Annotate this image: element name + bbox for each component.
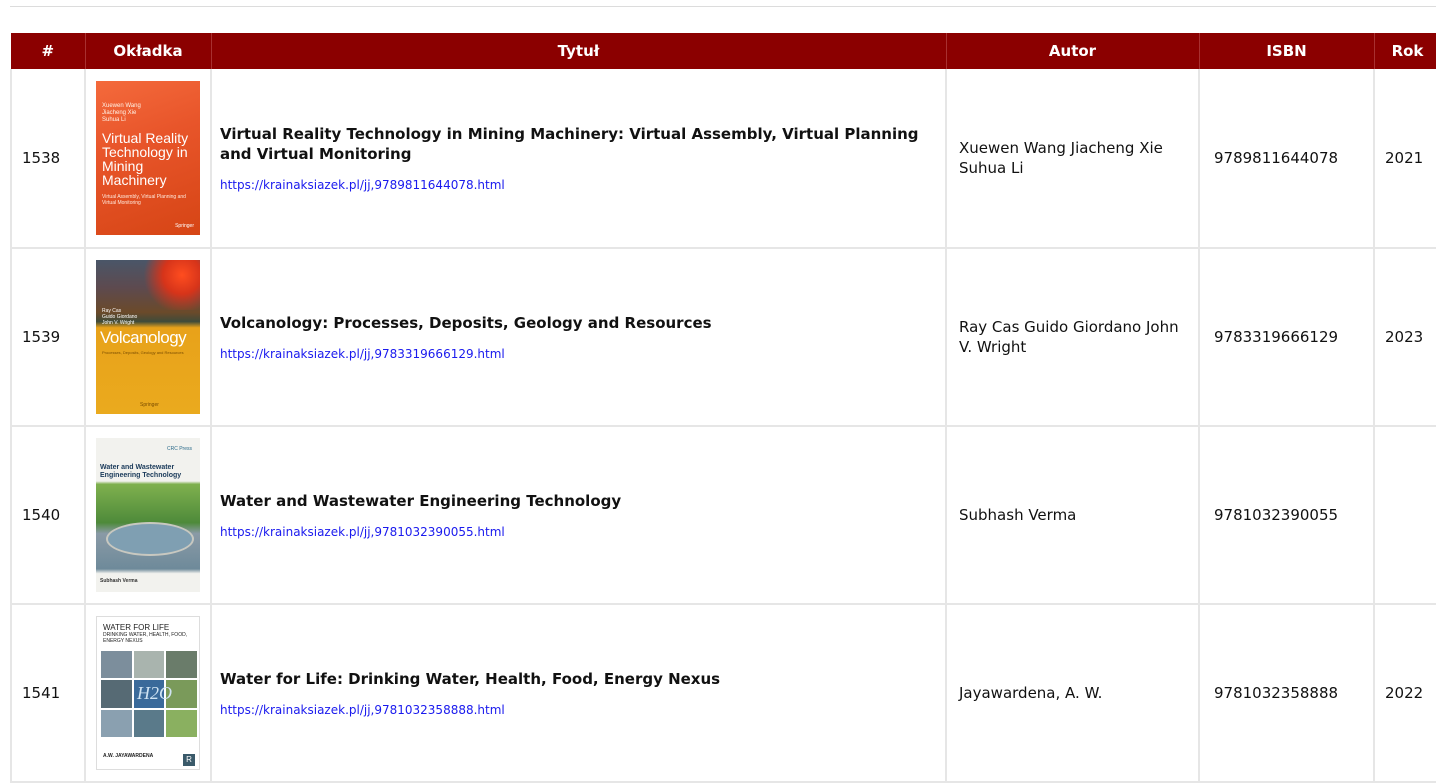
book-isbn: 9781032390055: [1198, 426, 1375, 605]
book-title: Water for Life: Drinking Water, Health, …: [220, 670, 721, 688]
table-row: 1538 Xuewen Wang Jiacheng Xie Suhua Li V…: [10, 69, 1436, 249]
header-year[interactable]: Rok: [1374, 33, 1436, 69]
book-link[interactable]: https://krainaksiazek.pl/jj,978103235888…: [220, 703, 931, 717]
table-header: # Okładka Tytuł Autor ISBN Rok: [11, 33, 1436, 69]
book-year: 2023: [1373, 248, 1436, 427]
book-cover-image[interactable]: CRC Press Water and Wastewater Engineeri…: [96, 438, 200, 592]
book-title: Volcanology: Processes, Deposits, Geolog…: [220, 314, 712, 332]
book-isbn: 9781032358888: [1198, 604, 1375, 783]
book-link[interactable]: https://krainaksiazek.pl/jj,978103239005…: [220, 525, 931, 539]
row-number: 1539: [10, 248, 86, 427]
title-cell: Water and Wastewater Engineering Technol…: [210, 426, 947, 605]
cover-cell: WATER FOR LIFE DRINKING WATER, HEALTH, F…: [84, 604, 212, 783]
cover-cell: Xuewen Wang Jiacheng Xie Suhua Li Virtua…: [84, 69, 212, 249]
table-row: 1541 WATER FOR LIFE DRINKING WATER, HEAL…: [10, 604, 1436, 783]
title-cell: Volcanology: Processes, Deposits, Geolog…: [210, 248, 947, 427]
cover-cell: CRC Press Water and Wastewater Engineeri…: [84, 426, 212, 605]
cover-title: WATER FOR LIFE: [103, 623, 170, 632]
cover-author: A.W. JAYAWARDENA: [103, 753, 154, 759]
cover-h2o-text: H2O: [137, 683, 172, 703]
title-cell: Water for Life: Drinking Water, Health, …: [210, 604, 947, 783]
books-table: # Okładka Tytuł Autor ISBN Rok 1538 Xuew…: [10, 33, 1436, 783]
cover-cell: Ray Cas Guido Giordano John V. Wright Vo…: [84, 248, 212, 427]
book-author: Jayawardena, A. W.: [959, 684, 1103, 702]
row-number: 1540: [10, 426, 86, 605]
author-cell: Jayawardena, A. W.: [945, 604, 1200, 783]
cover-authors: Xuewen Wang Jiacheng Xie Suhua Li: [102, 103, 141, 123]
cover-title: Water and Wastewater Engineering Technol…: [100, 464, 182, 479]
book-title: Virtual Reality Technology in Mining Mac…: [220, 125, 919, 163]
cover-treatment-pool-art: [106, 522, 194, 556]
book-cover-image[interactable]: Ray Cas Guido Giordano John V. Wright Vo…: [96, 260, 200, 414]
cover-publisher: Springer: [175, 223, 194, 229]
cover-publisher-logo: CRC Press: [166, 446, 192, 452]
book-author: Subhash Verma: [959, 506, 1077, 524]
cover-subtitle: DRINKING WATER, HEALTH, FOOD, ENERGY NEX…: [103, 632, 188, 644]
cover-subtitle: Processes, Deposits, Geology and Resourc…: [102, 350, 184, 355]
book-title: Water and Wastewater Engineering Technol…: [220, 492, 622, 510]
cover-lava-art: [140, 260, 200, 310]
cover-title: Virtual Reality Technology in Mining Mac…: [102, 130, 189, 188]
header-number[interactable]: #: [11, 33, 86, 69]
book-isbn: 9789811644078: [1198, 69, 1375, 249]
row-number: 1541: [10, 604, 86, 783]
table-row: 1540 CRC Press Water and Wastewater Engi…: [10, 426, 1436, 605]
cover-authors: Ray Cas Guido Giordano John V. Wright: [102, 308, 138, 326]
author-cell: Xuewen Wang Jiacheng Xie Suhua Li: [945, 69, 1200, 249]
book-link[interactable]: https://krainaksiazek.pl/jj,978981164407…: [220, 178, 931, 192]
book-year: [1373, 426, 1436, 605]
book-link[interactable]: https://krainaksiazek.pl/jj,978331966612…: [220, 347, 931, 361]
author-cell: Subhash Verma: [945, 426, 1200, 605]
cover-subtitle: Virtual Assembly, Virtual Planning and V…: [102, 194, 186, 206]
row-number: 1538: [10, 69, 86, 249]
author-cell: Ray Cas Guido Giordano John V. Wright: [945, 248, 1200, 427]
book-year: 2021: [1373, 69, 1436, 249]
top-divider: [10, 6, 1436, 7]
book-cover-image[interactable]: Xuewen Wang Jiacheng Xie Suhua Li Virtua…: [96, 81, 200, 235]
book-year: 2022: [1373, 604, 1436, 783]
table-row: 1539 Ray Cas Guido Giordano John V. Wrig…: [10, 248, 1436, 427]
book-author: Xuewen Wang Jiacheng Xie Suhua Li: [959, 139, 1163, 177]
header-author[interactable]: Autor: [946, 33, 1200, 69]
book-isbn: 9783319666129: [1198, 248, 1375, 427]
cover-publisher: Springer: [140, 402, 159, 408]
header-isbn[interactable]: ISBN: [1199, 33, 1375, 69]
header-title[interactable]: Tytuł: [211, 33, 947, 69]
cover-author: Subhash Verma: [100, 578, 138, 584]
header-cover[interactable]: Okładka: [85, 33, 212, 69]
book-author: Ray Cas Guido Giordano John V. Wright: [959, 318, 1179, 356]
cover-publisher-logo: R: [183, 754, 195, 766]
book-cover-image[interactable]: WATER FOR LIFE DRINKING WATER, HEALTH, F…: [96, 616, 200, 770]
title-cell: Virtual Reality Technology in Mining Mac…: [210, 69, 947, 249]
cover-title: Volcanology: [100, 328, 187, 347]
